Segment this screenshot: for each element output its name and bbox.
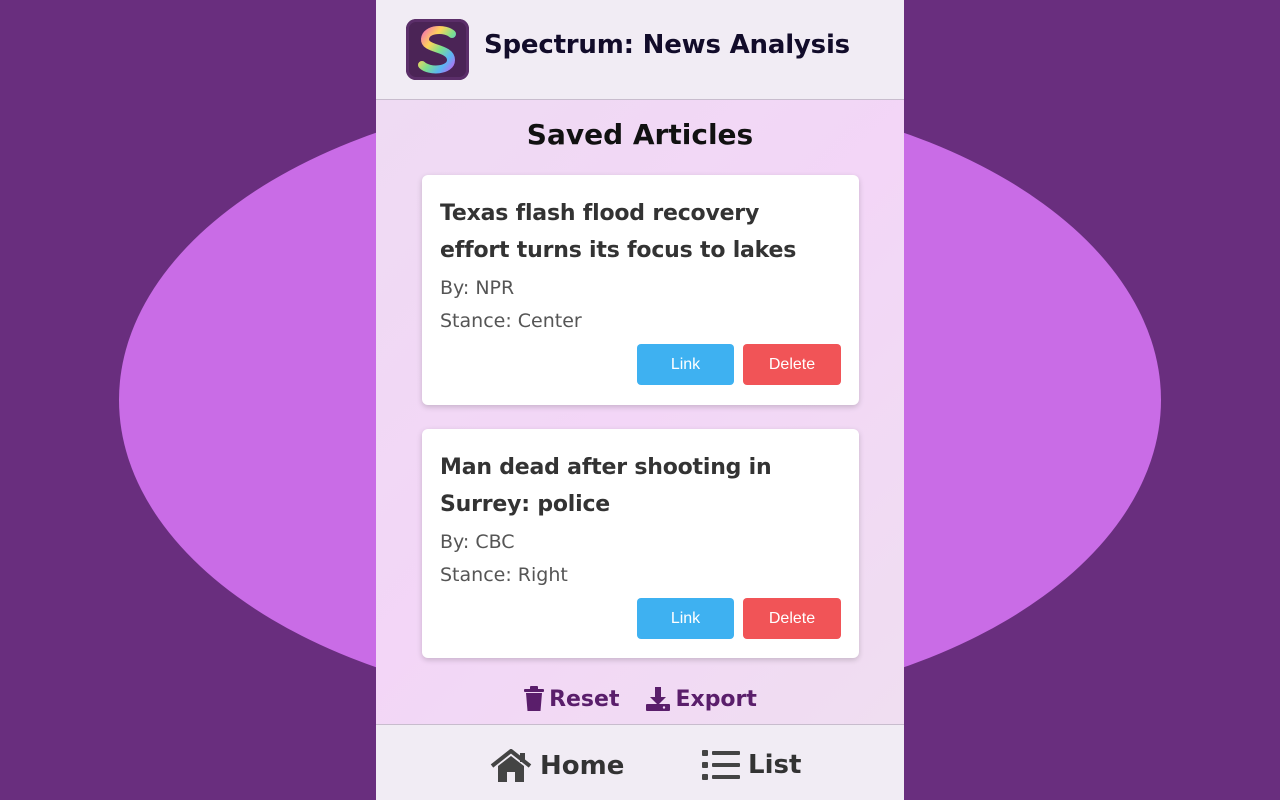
article-stance: Stance: Right [440,564,568,586]
article-actions: Link Delete [637,598,841,639]
home-icon [490,749,532,782]
reset-button[interactable]: Reset [523,686,619,712]
bottom-navigation: Home List [376,724,904,800]
nav-list[interactable]: List [702,749,801,781]
nav-home-label: Home [540,751,625,781]
delete-button[interactable]: Delete [743,598,841,639]
browser-viewport: Spectrum: News Analysis Saved Articles T… [0,0,1280,800]
app-logo [406,19,469,80]
article-card: Man dead after shooting in Surrey: polic… [422,429,859,658]
page-title: Saved Articles [526,118,754,151]
trash-icon [524,686,545,711]
download-icon [646,687,671,711]
article-source: By: NPR [440,277,515,299]
export-label: Export [675,686,757,712]
export-button[interactable]: Export [645,686,757,712]
article-card: Texas flash flood recovery effort turns … [422,175,859,405]
article-title: Texas flash flood recovery effort turns … [440,201,797,263]
extension-popup: Spectrum: News Analysis Saved Articles T… [376,0,904,800]
nav-home[interactable]: Home [490,749,624,783]
article-source: By: CBC [440,531,515,553]
article-actions: Link Delete [637,344,841,385]
list-icon [702,750,740,780]
reset-label: Reset [549,686,620,712]
link-button[interactable]: Link [637,598,734,639]
article-stance: Stance: Center [440,310,582,332]
spectrum-logo-icon [417,25,456,73]
app-title: Spectrum: News Analysis [484,30,850,60]
app-header: Spectrum: News Analysis [376,0,904,100]
article-title: Man dead after shooting in Surrey: polic… [440,455,772,517]
delete-button[interactable]: Delete [743,344,841,385]
link-button[interactable]: Link [637,344,734,385]
saved-actions-toolbar: Reset Export [376,686,904,712]
nav-list-label: List [748,750,802,780]
